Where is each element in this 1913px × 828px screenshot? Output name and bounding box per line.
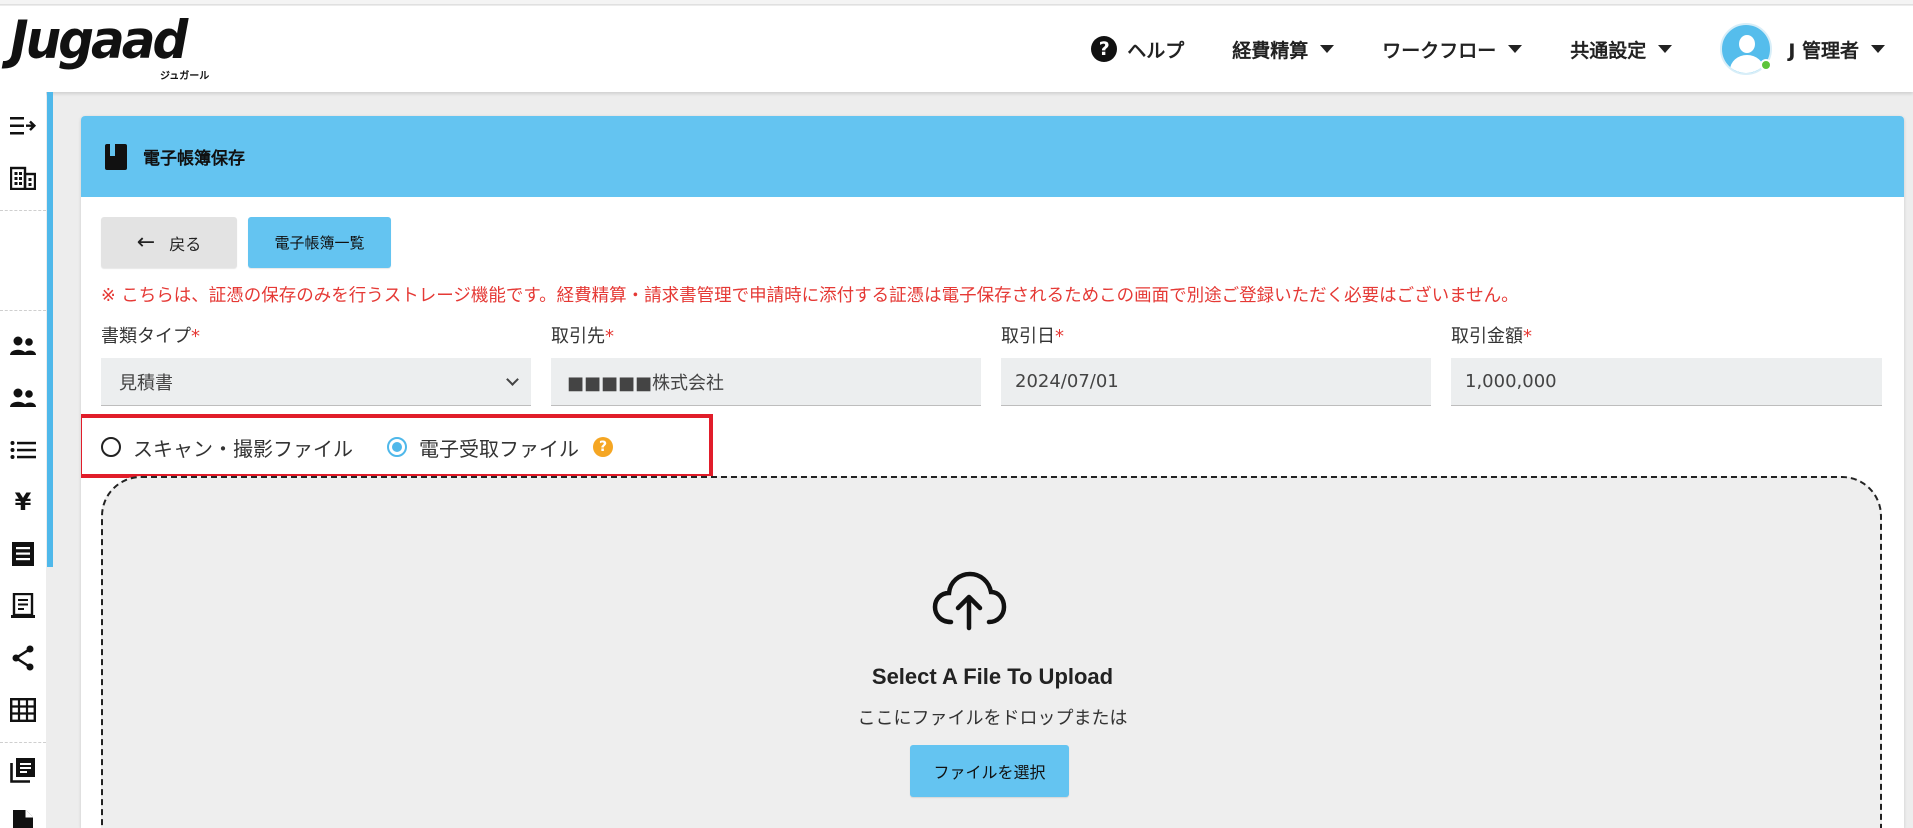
receipt-icon[interactable] bbox=[9, 540, 37, 568]
doc-type-value: 見積書 bbox=[119, 372, 173, 394]
window-top-border bbox=[0, 0, 1913, 5]
nav-expense[interactable]: 経費精算 bbox=[1232, 36, 1335, 63]
required-mark: * bbox=[605, 326, 614, 347]
required-mark: * bbox=[191, 326, 200, 347]
sidebar-divider bbox=[0, 310, 46, 311]
question-badge-icon[interactable]: ? bbox=[593, 437, 613, 457]
grid-icon[interactable] bbox=[9, 696, 37, 724]
page-title: 電子帳簿保存 bbox=[143, 149, 245, 169]
nav-common-settings-label: 共通設定 bbox=[1570, 39, 1647, 62]
nav-workflow-label: ワークフロー bbox=[1382, 39, 1497, 62]
radio-scan-file[interactable]: スキャン・撮影ファイル bbox=[101, 433, 353, 462]
date-field[interactable]: 2024/07/01 bbox=[1001, 358, 1431, 406]
building-icon[interactable] bbox=[9, 164, 37, 192]
users-alt-icon[interactable] bbox=[9, 384, 37, 412]
radio-checked-icon bbox=[387, 437, 407, 457]
sidebar-divider bbox=[0, 742, 46, 743]
nav-expense-label: 経費精算 bbox=[1232, 39, 1309, 62]
partner-value: ■■■■■株式会社 bbox=[567, 372, 725, 394]
caret-down-icon bbox=[1508, 45, 1523, 53]
sidebar-divider bbox=[0, 210, 46, 211]
avatar-wrapper bbox=[1720, 23, 1788, 75]
caret-down-icon bbox=[1871, 45, 1885, 53]
sidebar: ¥ bbox=[0, 92, 46, 828]
back-button[interactable]: ← 戻る bbox=[101, 217, 237, 268]
caret-down-icon bbox=[1658, 45, 1673, 53]
select-file-button-label: ファイルを選択 bbox=[933, 763, 1046, 782]
online-status-icon bbox=[1760, 59, 1773, 71]
user-menu[interactable]: J 管理者 bbox=[1720, 23, 1885, 75]
app-logo[interactable]: Jugaad ジュガール bbox=[10, 9, 220, 82]
nav-workflow[interactable]: ワークフロー bbox=[1382, 36, 1523, 63]
document-icon[interactable] bbox=[9, 592, 37, 620]
ebook-list-button-label: 電子帳簿一覧 bbox=[274, 234, 365, 252]
partner-label: 取引先* bbox=[551, 326, 614, 347]
nav-help[interactable]: ? ヘルプ bbox=[1091, 36, 1184, 63]
radio-electronic-file[interactable]: 電子受取ファイル ? bbox=[387, 433, 613, 462]
partner-field[interactable]: ■■■■■株式会社 bbox=[551, 358, 981, 406]
menu-collapse-icon[interactable] bbox=[9, 112, 37, 140]
radio-electronic-file-label: 電子受取ファイル bbox=[419, 436, 579, 461]
library-icon[interactable] bbox=[9, 756, 37, 784]
amount-value: 1,000,000 bbox=[1465, 371, 1557, 392]
help-circle-icon: ? bbox=[1091, 36, 1118, 62]
file-icon[interactable] bbox=[9, 808, 37, 828]
logo-text: Jugaad bbox=[10, 9, 188, 71]
select-file-button[interactable]: ファイルを選択 bbox=[910, 745, 1069, 797]
upload-title: Select A File To Upload bbox=[871, 664, 1114, 689]
required-mark: * bbox=[1523, 326, 1532, 347]
amount-field[interactable]: 1,000,000 bbox=[1451, 358, 1882, 406]
upload-subtitle: ここにファイルをドロップまたは bbox=[857, 708, 1128, 729]
radio-scan-file-label: スキャン・撮影ファイル bbox=[133, 436, 353, 461]
storage-notice: ※ こちらは、証憑の保存のみを行うストレージ機能です。経費精算・請求書管理で申請… bbox=[101, 286, 1519, 306]
cloud-upload-icon bbox=[931, 570, 1007, 632]
doc-type-select[interactable]: 見積書 bbox=[101, 358, 531, 406]
main-card: 電子帳簿保存 ← 戻る 電子帳簿一覧 ※ こちらは、証憑の保存のみを行うストレー… bbox=[81, 116, 1904, 828]
required-mark: * bbox=[1055, 326, 1064, 347]
file-type-radio-group: スキャン・撮影ファイル 電子受取ファイル ? bbox=[101, 432, 613, 462]
radio-unchecked-icon bbox=[101, 437, 121, 457]
share-icon[interactable] bbox=[9, 644, 37, 672]
logo-subtext: ジュガール bbox=[160, 71, 210, 82]
book-icon bbox=[105, 143, 127, 170]
users-icon[interactable] bbox=[9, 332, 37, 360]
nav-help-label: ヘルプ bbox=[1127, 39, 1185, 62]
amount-label: 取引金額* bbox=[1451, 326, 1532, 347]
chevron-down-icon bbox=[506, 373, 519, 386]
user-name: J 管理者 bbox=[1788, 39, 1859, 62]
list-icon[interactable] bbox=[9, 436, 37, 464]
caret-down-icon bbox=[1320, 45, 1335, 53]
date-label: 取引日* bbox=[1001, 326, 1064, 347]
header-nav: ? ヘルプ 経費精算 ワークフロー 共通設定 J 管理者 bbox=[1043, 6, 1885, 92]
arrow-left-icon: ← bbox=[136, 230, 156, 255]
app-header: Jugaad ジュガール ? ヘルプ 経費精算 ワークフロー 共通設定 J 管理… bbox=[0, 6, 1913, 92]
yen-icon[interactable]: ¥ bbox=[9, 488, 37, 516]
back-button-label: 戻る bbox=[169, 234, 202, 254]
date-value: 2024/07/01 bbox=[1015, 371, 1119, 392]
ebook-list-button[interactable]: 電子帳簿一覧 bbox=[248, 217, 391, 268]
sidebar-scrollbar[interactable] bbox=[47, 92, 53, 567]
nav-common-settings[interactable]: 共通設定 bbox=[1570, 36, 1673, 63]
doc-type-label: 書類タイプ* bbox=[101, 326, 200, 347]
card-header: 電子帳簿保存 bbox=[81, 116, 1904, 197]
